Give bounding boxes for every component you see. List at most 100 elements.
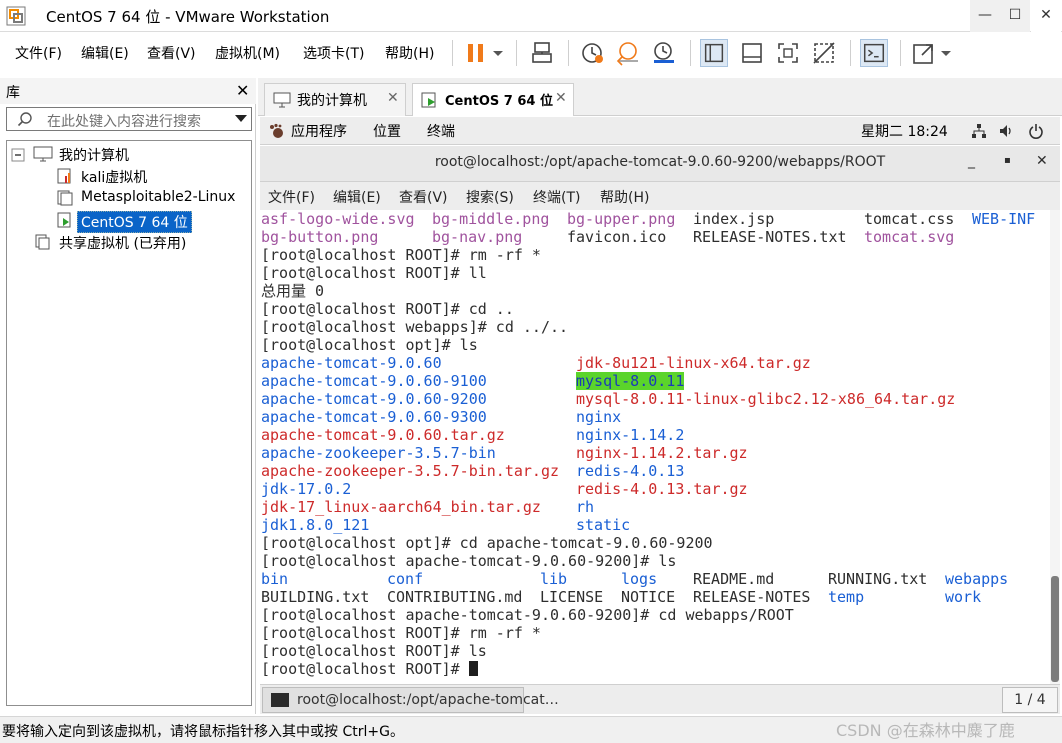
terminal-text: [root@localhost opt]# cd apache-tomcat-9…: [261, 534, 713, 552]
menu-vm[interactable]: 虚拟机(M): [215, 43, 280, 63]
tab-centos[interactable]: CentOS 7 64 位 ✕: [412, 83, 574, 116]
tree-label: 共享虚拟机 (已弃用): [59, 236, 187, 252]
close-button[interactable]: ✕: [1031, 0, 1061, 32]
toolbar-separator: [452, 40, 453, 66]
terminal-text: apache-tomcat-9.0.60: [261, 354, 442, 372]
tree-label: kali虚拟机: [81, 170, 148, 186]
menu-view[interactable]: 查看(V): [147, 43, 196, 63]
console-icon[interactable]: [860, 39, 888, 67]
terminal-text: bg-nav.png: [432, 228, 523, 246]
network-icon[interactable]: [971, 123, 987, 139]
terminal-maximize-button[interactable]: ▪: [1004, 155, 1011, 166]
stretch-icon[interactable]: [910, 39, 938, 67]
tree-item-vm[interactable]: kali虚拟机: [7, 165, 247, 187]
terminal-text: apache-tomcat-9.0.60-9300: [261, 408, 487, 426]
terminal-text: [root@localhost ROOT]# rm -rf *: [261, 246, 541, 264]
menu-edit[interactable]: 编辑(E): [81, 43, 129, 63]
gnome-menu-applications[interactable]: 应用程序: [291, 121, 347, 141]
status-text: 要将输入定向到该虚拟机，请将鼠标指针移入其中或按 Ctrl+G。: [2, 724, 404, 740]
revert-snapshot-icon[interactable]: [614, 39, 642, 67]
tab-my-computer[interactable]: 我的计算机 ✕: [264, 83, 406, 116]
library-close-button[interactable]: ✕: [236, 81, 249, 100]
menu-help[interactable]: 帮助(H): [385, 43, 434, 63]
library-search-input[interactable]: 在此处键入内容进行搜索: [6, 107, 252, 131]
terminal-text: jdk-8u121-linux-x64.tar.gz: [576, 354, 811, 372]
gnome-clock[interactable]: 星期二 18:24: [861, 121, 948, 141]
terminal-text: [root@localhost opt]# ls: [261, 336, 478, 354]
terminal-menu-search[interactable]: 搜索(S): [466, 187, 514, 207]
terminal-text: apache-tomcat-9.0.60.tar.gz: [261, 426, 505, 444]
unity-icon[interactable]: [810, 39, 838, 67]
vm-icon: [57, 190, 73, 206]
terminal-close-button[interactable]: ✕: [1036, 153, 1048, 169]
vm-tab-bar: 我的计算机 ✕ CentOS 7 64 位 ✕: [258, 78, 1062, 116]
menu-bar: 文件(F) 编辑(E) 查看(V) 虚拟机(M) 选项卡(T) 帮助(H): [0, 32, 1062, 74]
terminal-menu-view[interactable]: 查看(V): [399, 187, 448, 207]
computer-icon: [33, 146, 53, 162]
terminal-text: RUNNING.txt: [828, 570, 928, 588]
thumbnail-view-icon[interactable]: [738, 39, 766, 67]
power-icon[interactable]: [1028, 123, 1044, 139]
fullscreen-icon[interactable]: [774, 39, 802, 67]
terminal-title-bar: root@localhost:/opt/apache-tomcat-9.0.60…: [260, 146, 1060, 182]
tree-label: CentOS 7 64 位: [77, 211, 192, 233]
terminal-text: bg-upper.png: [567, 210, 676, 228]
terminal-minimize-button[interactable]: _: [968, 153, 975, 169]
maximize-button[interactable]: ☐: [1000, 0, 1030, 32]
tree-item-vm-selected[interactable]: CentOS 7 64 位: [7, 209, 247, 233]
scrollbar-thumb[interactable]: [1051, 576, 1059, 682]
terminal-text: conf: [387, 570, 424, 588]
terminal-text: WEB-INF: [972, 210, 1036, 228]
terminal-menu-help[interactable]: 帮助(H): [600, 187, 649, 207]
chevron-down-icon[interactable]: [235, 114, 247, 124]
minimize-button[interactable]: —: [970, 0, 1000, 32]
tab-close-button[interactable]: ✕: [555, 90, 567, 106]
dropdown-icon[interactable]: [936, 39, 956, 67]
terminal-cursor: [468, 661, 478, 676]
tree-item-my-computer[interactable]: 我的计算机: [7, 143, 247, 165]
terminal-scrollbar[interactable]: [1050, 210, 1060, 684]
watermark: CSDN @在森林中麋了鹿: [836, 721, 1015, 740]
terminal-text: jdk-17_linux-aarch64_bin.tar.gz: [261, 498, 541, 516]
tree-item-vm[interactable]: Metasploitable2-Linux: [7, 187, 247, 209]
terminal-text: RELEASE-NOTES: [693, 588, 811, 606]
pause-icon[interactable]: [462, 39, 490, 67]
terminal-title: root@localhost:/opt/apache-tomcat-9.0.60…: [434, 154, 886, 170]
volume-icon[interactable]: [998, 123, 1014, 139]
tree-item-shared[interactable]: 共享虚拟机 (已弃用): [7, 231, 247, 253]
snapshot-icon[interactable]: [578, 39, 606, 67]
gnome-menu-terminal[interactable]: 终端: [427, 121, 455, 141]
snapshot-manager-icon[interactable]: [650, 39, 678, 67]
menu-file[interactable]: 文件(F): [15, 43, 62, 63]
terminal-text: [root@localhost ROOT]# ll: [261, 264, 487, 282]
library-header: 库 ✕: [0, 78, 256, 104]
terminal-menu-terminal[interactable]: 终端(T): [533, 187, 580, 207]
library-view-icon[interactable]: [700, 39, 728, 67]
library-tree: 我的计算机 kali虚拟机 Metasploitable2-Linux Cent…: [6, 140, 252, 706]
tab-close-button[interactable]: ✕: [387, 90, 399, 106]
window-title: CentOS 7 64 位 - VMware Workstation: [46, 8, 330, 26]
menu-tabs[interactable]: 选项卡(T): [303, 43, 364, 63]
workspace-pager[interactable]: 1 / 4: [1002, 687, 1058, 713]
terminal-menu-file[interactable]: 文件(F): [268, 187, 315, 207]
terminal-text: lib: [540, 570, 568, 588]
status-bar: 要将输入定向到该虚拟机，请将鼠标指针移入其中或按 Ctrl+G。 CSDN @在…: [0, 716, 1062, 743]
dropdown-icon[interactable]: [488, 39, 508, 67]
toolbar-separator: [516, 40, 517, 66]
terminal-icon: [271, 693, 289, 707]
tab-label: 我的计算机: [297, 93, 367, 109]
terminal-text: mysql-8.0.11-linux-glibc2.12-x86_64.tar.…: [576, 390, 956, 408]
terminal-text: [root@localhost ROOT]# ls: [261, 642, 487, 660]
tree-label: 我的计算机: [59, 148, 129, 164]
taskbar-terminal-item[interactable]: root@localhost:/opt/apache-tomcat…: [262, 687, 559, 713]
terminal-text: [root@localhost ROOT]#: [261, 660, 478, 678]
toolbar-separator: [568, 40, 569, 66]
collapse-icon[interactable]: [11, 148, 25, 162]
terminal-menu-edit[interactable]: 编辑(E): [333, 187, 381, 207]
terminal-output[interactable]: asf-logo-wide.svg bg-middle.png bg-upper.p…: [260, 210, 1050, 684]
gnome-menu-places[interactable]: 位置: [373, 121, 401, 141]
terminal-text: 总用量 0: [261, 282, 325, 300]
search-icon: [17, 112, 32, 127]
terminal-text: rh: [576, 498, 595, 516]
send-keys-icon[interactable]: [530, 39, 558, 67]
